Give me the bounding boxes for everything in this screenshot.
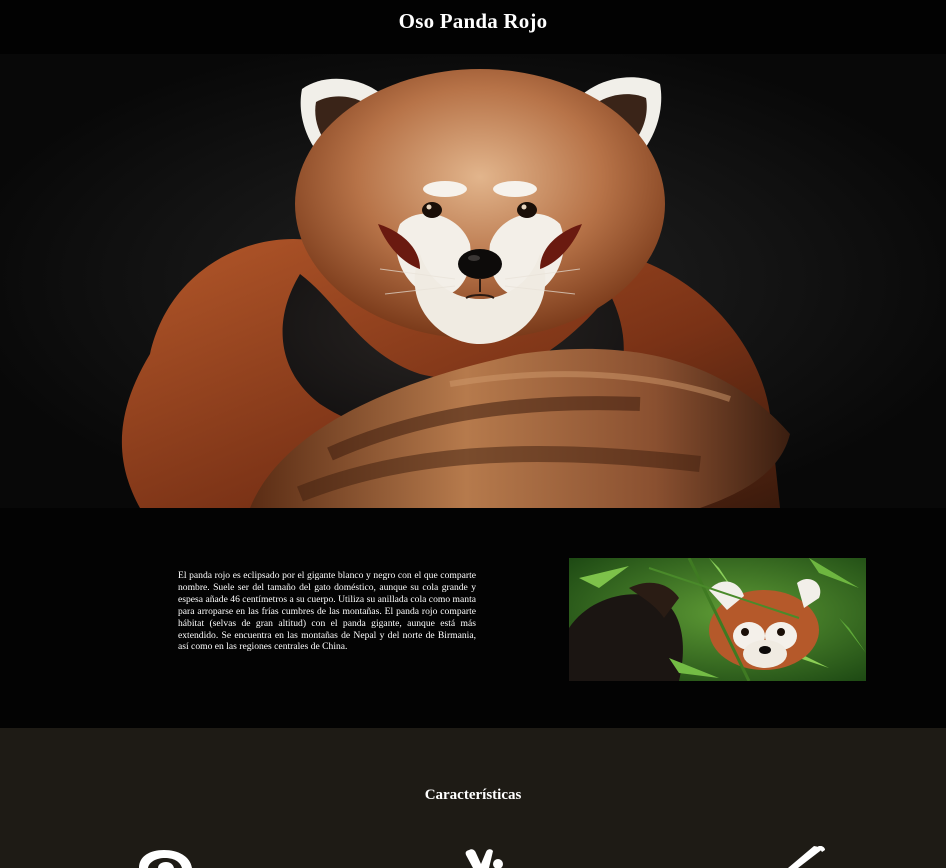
page: Oso Panda Rojo El panda rojo es eclipsad…	[0, 0, 946, 868]
intro-paragraph: El panda rojo es eclipsado por el gigant…	[178, 570, 476, 653]
features-title: Características	[424, 787, 522, 803]
pen-icon	[788, 846, 825, 868]
peace-hand-icon	[465, 849, 503, 868]
ear-icon	[139, 850, 192, 868]
hero-image	[0, 54, 946, 508]
intro-photo	[569, 558, 866, 681]
intro-section: El panda rojo es eclipsado por el gigant…	[0, 508, 946, 728]
bamboo-photo	[569, 558, 866, 681]
site-header: Oso Panda Rojo	[0, 0, 946, 54]
page-title: Oso Panda Rojo	[398, 9, 548, 33]
hero-banner	[0, 54, 946, 508]
features-section: Características	[0, 728, 946, 868]
